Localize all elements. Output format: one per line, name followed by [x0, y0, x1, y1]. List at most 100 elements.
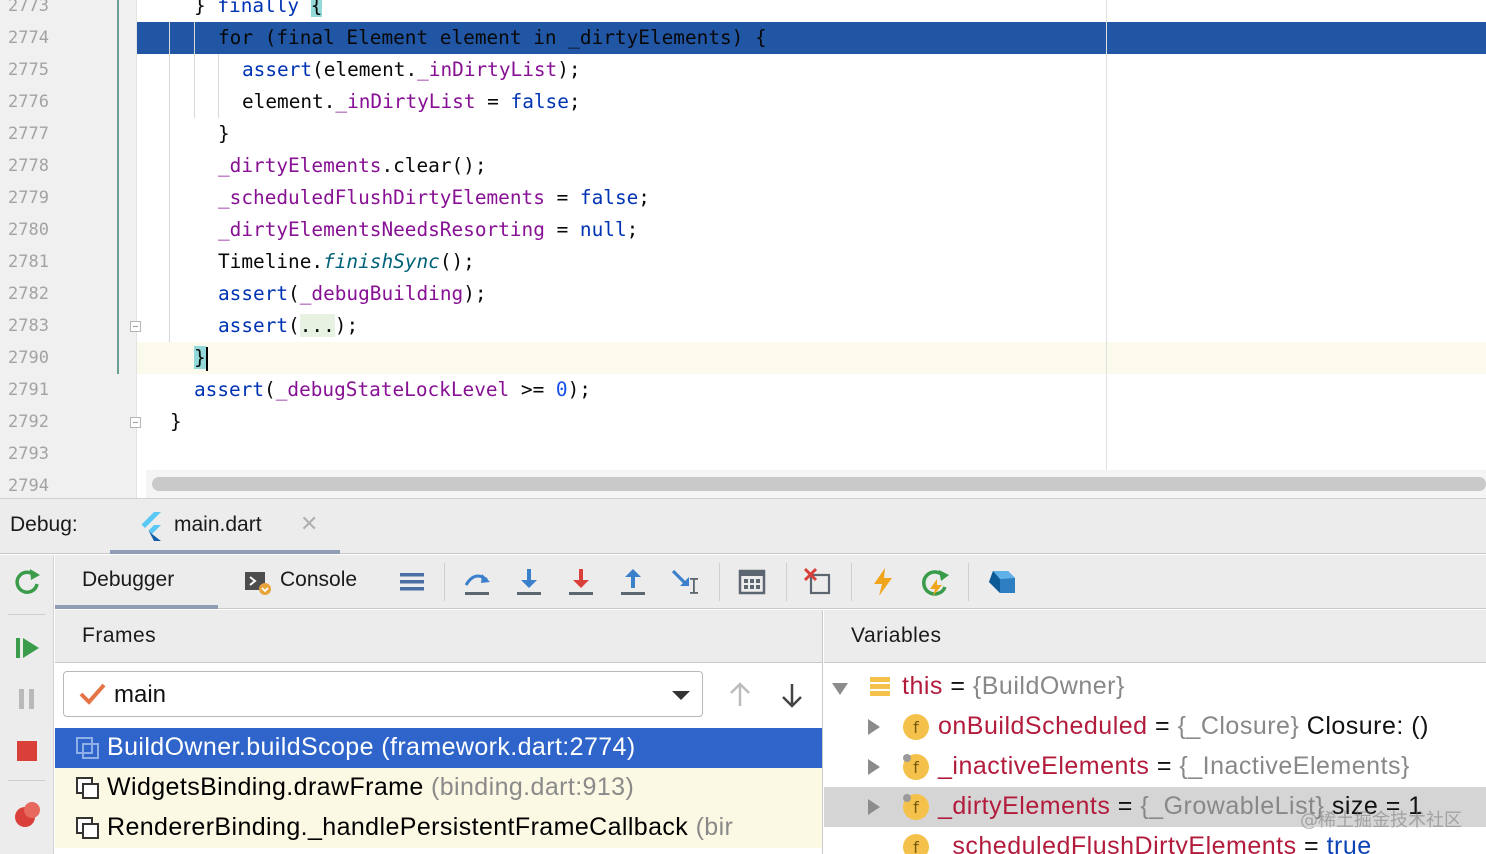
code-line[interactable]: 2779 _scheduledFlushDirtyElements = fals…: [0, 182, 1486, 214]
code-text: assert(_debugStateLockLevel >= 0);: [194, 378, 591, 401]
hot-restart-icon[interactable]: [918, 565, 952, 599]
toolbar-separator: [8, 614, 46, 615]
code-line[interactable]: 2773 } finally {: [0, 0, 1486, 22]
object-icon: [870, 677, 890, 696]
code-line[interactable]: 2777 }: [0, 118, 1486, 150]
stack-frame-icon: [76, 737, 99, 759]
code-line[interactable]: 2776 element._inDirtyList = false;: [0, 86, 1486, 118]
frames-title: Frames: [82, 624, 157, 647]
active-tab-indicator: [55, 605, 218, 609]
expand-arrow-icon[interactable]: [868, 799, 880, 815]
resume-program-icon[interactable]: [10, 631, 44, 665]
variable-row[interactable]: f _inactiveElements = {_InactiveElements…: [824, 747, 1486, 787]
fold-collapse-icon[interactable]: [130, 417, 141, 428]
hot-reload-icon[interactable]: [866, 565, 900, 599]
code-text: assert(...);: [218, 314, 359, 337]
line-number: 2791: [8, 380, 49, 400]
variable-label: _scheduledFlushDirtyElements = true: [938, 832, 1372, 854]
code-text: for (final Element element in _dirtyElem…: [218, 26, 767, 49]
stop-icon[interactable]: [10, 734, 44, 768]
frame-row-selected[interactable]: BuildOwner.buildScope (framework.dart:27…: [55, 728, 822, 768]
expand-arrow-icon[interactable]: [832, 683, 848, 695]
frame-row[interactable]: RendererBinding._handlePersistentFrameCa…: [55, 808, 822, 848]
variable-row[interactable]: this = {BuildOwner}: [824, 667, 1486, 707]
svg-text:f: f: [913, 838, 919, 854]
svg-text:f: f: [913, 798, 919, 817]
toolbar-separator: [719, 563, 720, 601]
flutter-icon: [141, 512, 161, 541]
run-tab-label: main.dart: [174, 513, 262, 536]
code-text: }: [170, 410, 182, 433]
frames-panel: Frames main BuildOwner.buildScope (frame…: [55, 610, 823, 854]
code-line[interactable]: 2775 assert(element._inDirtyList);: [0, 54, 1486, 86]
code-text: assert(_debugBuilding);: [218, 282, 487, 305]
run-to-cursor-icon[interactable]: [668, 565, 702, 599]
line-number: 2782: [8, 284, 49, 304]
thread-selector-value: main: [114, 681, 167, 708]
toolbar-separator: [786, 563, 787, 601]
step-over-icon[interactable]: [460, 565, 494, 599]
run-config-tab[interactable]: main.dart ✕: [110, 499, 340, 554]
code-text: assert(element._inDirtyList);: [242, 58, 581, 81]
next-frame-icon[interactable]: [777, 678, 807, 712]
frame-label: BuildOwner.buildScope (framework.dart:27…: [107, 733, 636, 761]
line-number: 2777: [8, 124, 49, 144]
horizontal-scrollbar-thumb[interactable]: [152, 477, 1486, 491]
step-into-icon[interactable]: [512, 565, 546, 599]
debug-label: Debug:: [10, 513, 78, 536]
line-number: 2781: [8, 252, 49, 272]
code-line[interactable]: 2791 assert(_debugStateLockLevel >= 0);: [0, 374, 1486, 406]
evaluate-expression-icon[interactable]: [735, 565, 769, 599]
variable-label: onBuildScheduled = {_Closure} Closure: (…: [938, 712, 1429, 740]
line-number: 2774: [8, 28, 49, 48]
code-line[interactable]: 2782 assert(_debugBuilding);: [0, 278, 1486, 310]
code-line[interactable]: 2780 _dirtyElementsNeedsResorting = null…: [0, 214, 1486, 246]
tab-console-label: Console: [280, 568, 358, 591]
debug-side-toolbar: [0, 555, 54, 854]
frame-row[interactable]: WidgetsBinding.drawFrame (binding.dart:9…: [55, 768, 822, 808]
code-editor[interactable]: 2773 } finally { 2774 for (final Element…: [0, 0, 1486, 498]
code-line[interactable]: 2778 _dirtyElements.clear();: [0, 150, 1486, 182]
rerun-icon[interactable]: [10, 565, 44, 599]
code-line[interactable]: 2783 assert(...);: [0, 310, 1486, 342]
line-number: 2793: [8, 444, 49, 464]
line-number: 2790: [8, 348, 49, 368]
active-tab-indicator: [110, 550, 340, 554]
dart-devtools-icon[interactable]: [984, 565, 1018, 599]
code-line-caret[interactable]: 2790 }: [0, 342, 1486, 374]
expand-arrow-icon[interactable]: [868, 759, 880, 775]
toolbar-separator: [8, 780, 46, 781]
code-line[interactable]: 2781 Timeline.finishSync();: [0, 246, 1486, 278]
stack-frame-icon: [76, 817, 99, 839]
fold-expand-icon[interactable]: [130, 321, 141, 332]
remove-breakpoints-icon[interactable]: [801, 565, 835, 599]
frames-layout-icon[interactable]: [395, 565, 429, 599]
previous-frame-icon[interactable]: [725, 678, 755, 712]
debugger-toolbar: Debugger Console: [55, 555, 1486, 609]
step-out-icon[interactable]: [616, 565, 650, 599]
code-line[interactable]: 2793: [0, 438, 1486, 470]
view-breakpoints-icon[interactable]: [10, 798, 44, 832]
tab-debugger[interactable]: Debugger: [55, 555, 218, 609]
private-field-icon: f: [903, 754, 929, 780]
svg-text:f: f: [913, 718, 919, 737]
force-step-into-icon[interactable]: [564, 565, 598, 599]
pause-program-icon[interactable]: [10, 682, 44, 716]
frame-label: RendererBinding._handlePersistentFrameCa…: [107, 813, 734, 841]
line-number: 2780: [8, 220, 49, 240]
code-line-current[interactable]: 2774 for (final Element element in _dirt…: [0, 22, 1486, 54]
checkmark-icon: [79, 683, 106, 705]
line-number: 2792: [8, 412, 49, 432]
expand-arrow-icon[interactable]: [868, 719, 880, 735]
tab-console[interactable]: Console: [238, 555, 378, 609]
field-icon: f: [903, 714, 929, 740]
variables-panel-header: Variables: [824, 610, 1486, 663]
code-text: Timeline.finishSync();: [218, 250, 475, 273]
variable-row[interactable]: f onBuildScheduled = {_Closure} Closure:…: [824, 707, 1486, 747]
stack-frame-icon: [76, 777, 99, 799]
thread-selector[interactable]: main: [63, 671, 703, 717]
watermark: @稀土掘金技术社区: [1300, 810, 1462, 831]
close-tab-icon[interactable]: ✕: [300, 512, 318, 537]
chevron-down-icon: [672, 691, 690, 700]
code-line[interactable]: 2792 }: [0, 406, 1486, 438]
